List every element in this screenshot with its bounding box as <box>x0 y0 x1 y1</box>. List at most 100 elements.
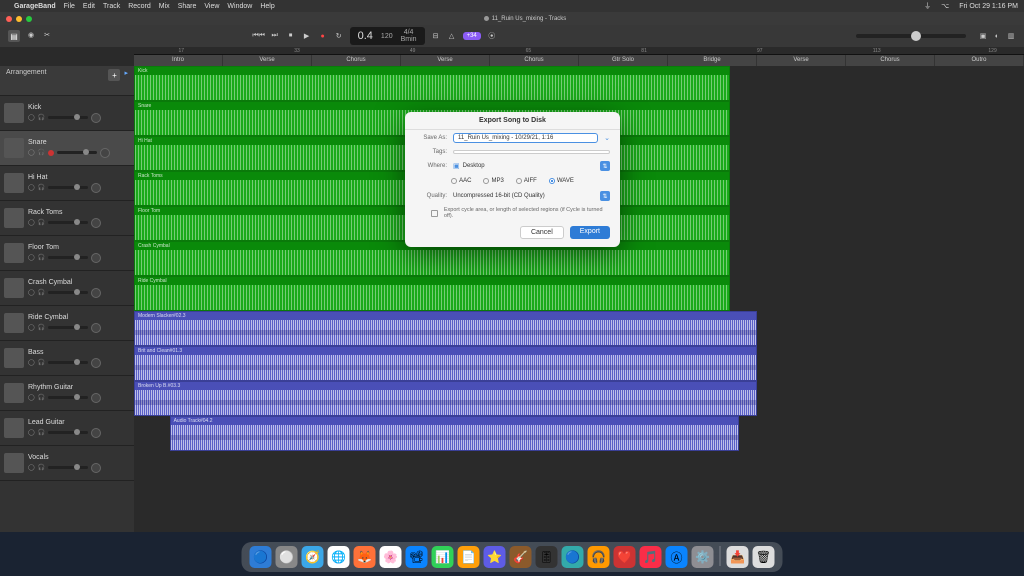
volume-fader[interactable] <box>48 291 88 294</box>
cycle-checkbox[interactable] <box>431 210 438 217</box>
solo-button[interactable]: 🎧 <box>38 219 45 226</box>
track-header[interactable]: Rhythm Guitar ◯ 🎧 <box>0 376 134 411</box>
metronome-button[interactable]: △ <box>447 31 457 41</box>
region[interactable]: Kick <box>134 66 730 101</box>
dock-app1-icon[interactable]: 🔵 <box>562 546 584 568</box>
menu-window[interactable]: Window <box>227 3 252 10</box>
menu-share[interactable]: Share <box>178 3 197 10</box>
track-header[interactable]: Snare ◯ 🎧 <box>0 131 134 166</box>
volume-fader[interactable] <box>48 326 88 329</box>
notepad-button[interactable]: ▣ <box>978 31 988 41</box>
record-enable-button[interactable] <box>48 150 54 156</box>
play-button[interactable]: ▶ <box>302 31 312 41</box>
control-center-icon[interactable]: ⌥ <box>941 2 949 10</box>
zoom-button[interactable] <box>26 16 32 22</box>
marker[interactable]: Bridge <box>668 55 757 66</box>
mute-button[interactable]: ◯ <box>28 184 35 191</box>
dock-imovie-icon[interactable]: ⭐ <box>484 546 506 568</box>
quality-select[interactable]: Uncompressed 16-bit (CD Quality) ⇅ <box>453 191 610 201</box>
track-instrument-icon[interactable] <box>4 103 24 123</box>
forward-button[interactable]: ⏭ <box>270 31 280 41</box>
export-button[interactable]: Export <box>570 226 610 239</box>
close-button[interactable] <box>6 16 12 22</box>
track-header[interactable]: Hi Hat ◯ 🎧 <box>0 166 134 201</box>
volume-fader[interactable] <box>48 396 88 399</box>
track-instrument-icon[interactable] <box>4 138 24 158</box>
solo-button[interactable]: 🎧 <box>38 149 45 156</box>
format-wave[interactable]: WAVE <box>549 178 574 184</box>
marker[interactable]: Verse <box>757 55 846 66</box>
dock-music-icon[interactable]: 🎵 <box>640 546 662 568</box>
volume-fader[interactable] <box>57 151 97 154</box>
dock-app2-icon[interactable]: 🎧 <box>588 546 610 568</box>
track-header[interactable]: Floor Tom ◯ 🎧 <box>0 236 134 271</box>
dock-safari-icon[interactable]: 🧭 <box>302 546 324 568</box>
pan-knob[interactable] <box>91 218 101 228</box>
solo-button[interactable]: 🎧 <box>38 289 45 296</box>
minimize-button[interactable] <box>16 16 22 22</box>
cancel-button[interactable]: Cancel <box>520 226 564 239</box>
editors-button[interactable]: ✂ <box>42 30 52 40</box>
track-header[interactable]: Rack Toms ◯ 🎧 <box>0 201 134 236</box>
format-mp3[interactable]: MP3 <box>483 178 503 184</box>
marker[interactable]: Verse <box>223 55 312 66</box>
tuner-badge[interactable]: +34 <box>463 32 481 40</box>
solo-button[interactable]: 🎧 <box>38 464 45 471</box>
loop-browser-button[interactable]: ◐ <box>992 31 1002 41</box>
volume-fader[interactable] <box>48 431 88 434</box>
format-aiff[interactable]: AIFF <box>516 178 537 184</box>
region[interactable]: Broken Up B.#03.3 <box>134 381 757 416</box>
region[interactable]: Ride Cymbal <box>134 276 730 311</box>
track-instrument-icon[interactable] <box>4 453 24 473</box>
mute-button[interactable]: ◯ <box>28 359 35 366</box>
tags-field[interactable] <box>453 150 610 154</box>
cycle-button[interactable]: ↻ <box>334 31 344 41</box>
pan-knob[interactable] <box>91 358 101 368</box>
media-browser-button[interactable]: ▥ <box>1006 31 1016 41</box>
mute-button[interactable]: ◯ <box>28 429 35 436</box>
track-instrument-icon[interactable] <box>4 243 24 263</box>
clock[interactable]: Fri Oct 29 1:16 PM <box>959 3 1018 10</box>
add-track-button[interactable]: + <box>108 69 120 81</box>
mute-button[interactable]: ◯ <box>28 394 35 401</box>
dock-firefox-icon[interactable]: 🦊 <box>354 546 376 568</box>
marker[interactable]: Outro <box>935 55 1024 66</box>
track-header[interactable]: Kick ◯ 🎧 <box>0 96 134 131</box>
region[interactable]: Audio Track#04.2 <box>170 416 740 451</box>
solo-button[interactable]: 🎧 <box>38 254 45 261</box>
menu-file[interactable]: File <box>64 3 75 10</box>
format-aac[interactable]: AAC <box>451 178 471 184</box>
pan-knob[interactable] <box>100 148 110 158</box>
wifi-icon[interactable]: ⏚ <box>924 1 931 11</box>
mute-button[interactable]: ◯ <box>28 324 35 331</box>
dock-photos-icon[interactable]: 🌸 <box>380 546 402 568</box>
pan-knob[interactable] <box>91 183 101 193</box>
marker[interactable]: Chorus <box>490 55 579 66</box>
dock-downloads-icon[interactable]: 📥 <box>727 546 749 568</box>
timesig-display[interactable]: 4/4 <box>404 29 414 36</box>
save-as-field[interactable]: 11_Ruin Us_mixing - 10/29/21, 1:16 <box>453 133 598 143</box>
track-instrument-icon[interactable] <box>4 348 24 368</box>
dock-app3-icon[interactable]: ❤️ <box>614 546 636 568</box>
marker[interactable]: Chorus <box>312 55 401 66</box>
track-instrument-icon[interactable] <box>4 173 24 193</box>
pan-knob[interactable] <box>91 288 101 298</box>
volume-fader[interactable] <box>48 256 88 259</box>
track-header[interactable]: Bass ◯ 🎧 <box>0 341 134 376</box>
track-header[interactable]: Lead Guitar ◯ 🎧 <box>0 411 134 446</box>
dock-logic-icon[interactable]: 🎚 <box>536 546 558 568</box>
stop-button[interactable]: ⏹ <box>286 31 296 41</box>
dock-appstore-icon[interactable]: Ⓐ <box>666 546 688 568</box>
track-instrument-icon[interactable] <box>4 278 24 298</box>
expand-save-icon[interactable]: ⌄ <box>604 134 610 142</box>
record-button[interactable]: ● <box>318 31 328 41</box>
key-display[interactable]: Bmin <box>401 36 417 43</box>
menu-record[interactable]: Record <box>128 3 151 10</box>
bar-ruler[interactable]: 17 33 49 65 81 97 113 129 <box>134 47 1024 55</box>
region[interactable]: Modern Slacker#02.3 <box>134 311 757 346</box>
track-header[interactable]: Ride Cymbal ◯ 🎧 <box>0 306 134 341</box>
track-header[interactable]: Crash Cymbal ◯ 🎧 <box>0 271 134 306</box>
mute-button[interactable]: ◯ <box>28 149 35 156</box>
pan-knob[interactable] <box>91 323 101 333</box>
pan-knob[interactable] <box>91 463 101 473</box>
